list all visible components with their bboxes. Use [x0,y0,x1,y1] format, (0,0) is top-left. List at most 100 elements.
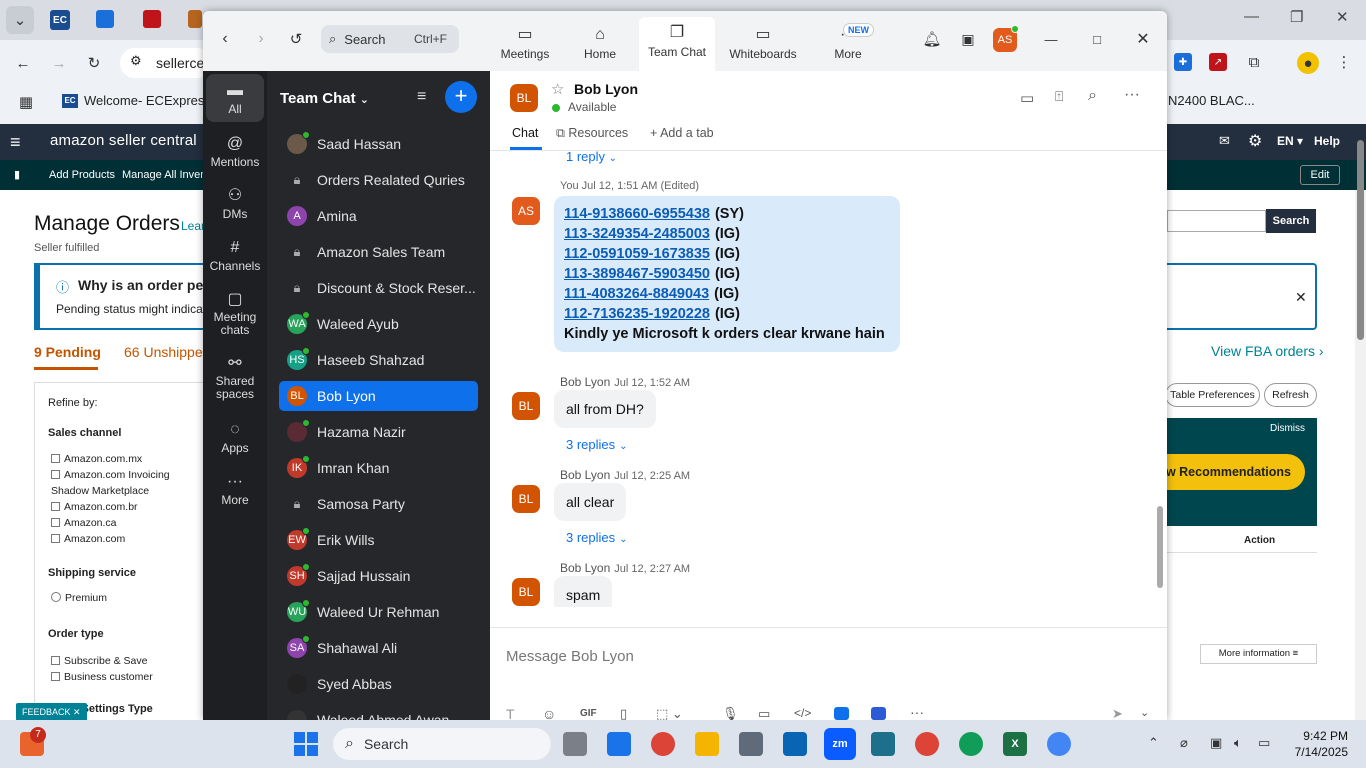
rail-apps[interactable]: ◌ Apps [206,419,264,455]
channel-option[interactable]: Amazon.com Invoicing Shadow Marketplace [51,467,205,499]
checkbox[interactable] [51,454,60,463]
learn-link[interactable]: Lear [181,219,205,233]
format-text-icon[interactable]: T [506,706,515,720]
contact-row[interactable]: SA Shahawal Ali [279,633,478,663]
browser-restore-icon[interactable]: ❐ [1290,8,1303,26]
app-blue2-icon[interactable] [871,707,886,720]
edit-button[interactable]: Edit [1300,165,1340,185]
replies-link[interactable]: 3 replies ⌄ [566,437,628,452]
new-chat-plus-button[interactable]: + [445,81,477,113]
order-type-option[interactable]: Business customer [51,669,153,685]
chrome-profile3-icon[interactable] [1047,732,1071,756]
chat-avatar[interactable]: BL [510,84,538,112]
zoom-maximize-icon[interactable]: □ [1089,31,1105,47]
contact-row[interactable]: WU Waleed Ur Rehman [279,597,478,627]
sender-avatar[interactable]: BL [512,578,540,606]
order-search-input[interactable] [1167,210,1266,232]
contact-row[interactable]: IK Imran Khan [279,453,478,483]
checkbox[interactable] [51,672,60,681]
bookmark-ecexpress[interactable]: EC Welcome- ECExpres... [62,93,215,108]
page-scroll-thumb[interactable] [1357,140,1364,340]
table-preferences-button[interactable]: Table Preferences [1165,383,1260,407]
calculator-icon[interactable] [739,732,763,756]
order-id-link[interactable]: 113-3249354-2485003 [564,226,710,242]
rail-dms[interactable]: ⚇ DMs [206,185,264,221]
sender-avatar[interactable]: BL [512,485,540,513]
premium-option[interactable]: Premium [51,592,107,604]
order-id-link[interactable]: 111-4083264-8849043 [564,286,709,302]
checkbox[interactable] [51,534,60,543]
tab-favicon-orange[interactable] [188,10,202,28]
refresh-button[interactable]: Refresh [1264,383,1317,407]
chat-tab[interactable]: Chat [512,126,538,140]
history-icon[interactable]: ↺ [287,30,305,48]
sender-avatar[interactable]: BL [512,392,540,420]
checkbox[interactable] [51,656,60,665]
rail-all[interactable]: ▬ All [206,74,264,122]
rail-shared-spaces[interactable]: ⚯ Shared spaces [206,353,264,401]
order-id-link[interactable]: 113-3898467-5903450 [564,266,710,282]
back-icon[interactable]: ← [12,52,34,74]
star-icon[interactable]: ☆ [551,80,564,98]
outlook-icon[interactable] [783,732,807,756]
tab-team-chat[interactable]: ❐ Team Chat [639,17,715,71]
chrome-profile-icon[interactable] [915,732,939,756]
tray-wifi-icon[interactable]: ⌀ [1180,735,1188,751]
message-input[interactable]: Message Bob Lyon [506,648,634,665]
profile-avatar-icon[interactable]: ● [1297,52,1319,74]
contact-row[interactable]: 🔒︎ Samosa Party [279,489,478,519]
more-information-button[interactable]: More information ≡ [1200,644,1317,664]
contact-row[interactable]: 🔒︎ Discount & Stock Reser... [279,273,478,303]
code-snippet-icon[interactable]: </> [794,706,811,720]
language-select[interactable]: EN ▾ [1277,134,1303,148]
gif-button[interactable]: GIF [580,708,597,719]
windows-start-icon[interactable] [294,732,318,756]
view-fba-link[interactable]: View FBA orders › [1211,343,1324,359]
browser-menu-icon[interactable]: ⋮ [1334,52,1354,72]
browser-minimize-icon[interactable]: — [1244,8,1259,25]
chat-scrollbar[interactable] [1157,151,1164,607]
microphone-icon[interactable]: 🎙︎ [722,706,739,720]
site-info-icon[interactable]: ⚙ [130,53,142,69]
contact-row[interactable]: Saad Hassan [279,129,478,159]
share-screen-icon[interactable]: ⍐ [1055,88,1063,105]
hamburger-icon[interactable]: ≡ [10,132,21,153]
more-options-icon[interactable]: ··· [910,704,924,720]
feedback-button[interactable]: FEEDBACK ✕ [16,703,87,721]
notification-bell-icon[interactable]: 🔔︎ [922,30,941,48]
taskbar-search[interactable]: ⌕ Search [333,728,551,760]
checkbox[interactable] [51,518,60,527]
channel-option[interactable]: Amazon.com.mx [51,451,205,467]
tab-favicon-blue[interactable] [96,10,114,28]
reload-icon[interactable]: ↻ [83,52,105,74]
help-link[interactable]: Help [1314,134,1340,148]
search-button[interactable]: Search [1266,209,1316,233]
file-explorer-icon[interactable] [695,732,719,756]
reply-thread-link[interactable]: 1 reply ⌄ [566,151,617,164]
sender-name[interactable]: Bob Lyon [560,468,610,482]
order-id-link[interactable]: 114-9138660-6955438 [564,206,710,222]
excel-icon[interactable]: X [1003,732,1027,756]
sidebar-title[interactable]: Team Chat ⌄ [280,90,369,107]
contact-row[interactable]: Hazama Nazir [279,417,478,447]
forward-icon[interactable]: → [48,52,70,74]
zoom-close-icon[interactable]: ✕ [1135,31,1151,48]
apps-grid-icon[interactable]: ▦ [16,92,36,112]
radio[interactable] [51,592,61,602]
chat-contact-name[interactable]: Bob Lyon [574,81,638,97]
rail-more[interactable]: ··· More [206,471,264,507]
send-icon[interactable]: ➤ [1112,706,1123,720]
contact-row[interactable]: 🔒︎ Orders Realated Quries [279,165,478,195]
channel-option[interactable]: Amazon.ca [51,515,205,531]
zoom-minimize-icon[interactable]: — [1043,31,1059,47]
app-blue-icon[interactable] [834,707,849,720]
zoom-search-box[interactable]: ⌕ Search Ctrl+F [321,25,459,53]
browser-close-icon[interactable]: ✕ [1336,8,1349,26]
attach-file-icon[interactable]: ▯ [620,706,627,720]
app-teal-icon[interactable] [871,732,895,756]
tray-volume-icon[interactable]: 🔈︎ [1234,735,1242,751]
chrome-icon[interactable] [651,732,675,756]
contact-row[interactable]: EW Erik Wills [279,525,478,555]
chat-search-icon[interactable]: ⌕ [1088,87,1097,105]
message-bubble[interactable]: all clear [554,483,627,521]
